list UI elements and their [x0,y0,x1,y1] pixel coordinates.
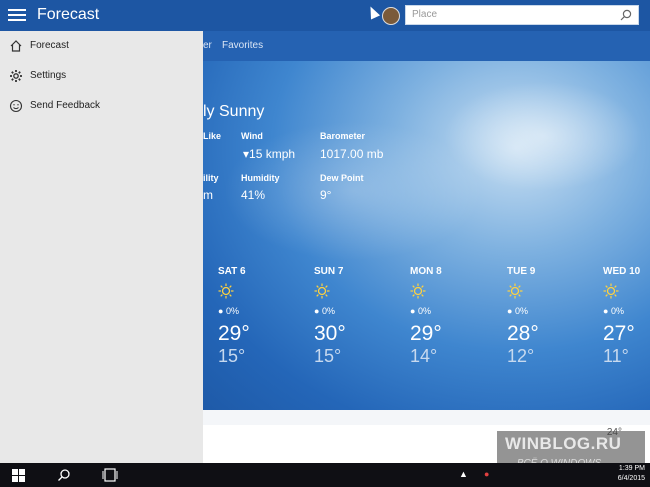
humidity-label: Humidity [241,173,280,183]
clock-date: 6/4/2015 [617,475,645,482]
drawer-item-send-feedback[interactable]: Send Feedback [0,95,203,119]
low-temp: 14° [410,346,438,366]
windows-logo-icon [12,469,25,482]
watermark-title: WINBLOG.RU [505,434,622,453]
sun-icon [603,283,619,299]
show-hidden-icons-icon[interactable]: ▲ [459,469,468,479]
current-condition: ly Sunny [203,103,265,120]
wind-value: ▾15 kmph [243,147,296,161]
sun-icon [314,283,330,299]
forecast-day[interactable]: TUE 9 ● 0% 28° 12° [507,266,567,367]
low-temp: 12° [507,346,535,366]
wind-label: Wind [241,131,263,141]
precipitation: ● 0% [218,306,239,316]
drawer-item-label: Send Feedback [30,100,101,111]
barometer-label: Barometer [320,131,366,141]
high-temp: 30° [314,322,346,345]
day-name: TUE 9 [507,266,536,277]
clock-time: 1:39 PM [618,465,645,472]
start-button[interactable] [0,463,40,487]
mouse-cursor-icon [365,4,381,20]
sun-icon [410,283,426,299]
humidity-value: 41% [241,188,266,202]
day-name: WED 10 [603,266,641,277]
raindrop-icon: ● [314,306,320,316]
sun-icon [218,283,234,299]
nav-tabs: er Favorites [203,31,650,61]
raindrop-icon: ● [410,306,416,316]
day-name: SUN 7 [314,266,344,277]
precipitation: ● 0% [410,306,431,316]
forecast-day[interactable]: SAT 6 ● 0% 29° 15° [218,266,278,367]
dew-point-value: 9° [320,188,332,202]
low-temp: 11° [603,346,629,366]
drawer-item-forecast[interactable]: Forecast [0,35,203,59]
app-title: Forecast [37,6,100,23]
search-icon[interactable] [620,9,632,21]
day-name: SAT 6 [218,266,246,277]
visibility-label: ility [203,173,219,183]
forecast-day[interactable]: SUN 7 ● 0% 30° 15° [314,266,374,367]
drawer-item-label: Settings [30,70,67,81]
feels-like-label: Like [203,131,222,141]
low-temp: 15° [314,346,342,366]
tray-app-icon[interactable]: ● [484,469,489,479]
raindrop-icon: ● [218,306,224,316]
task-view-icon [102,468,118,482]
high-temp: 28° [507,322,539,345]
nav-drawer: Forecast Settings Send Feedback [0,31,203,463]
smiley-icon [9,99,23,113]
visibility-value: m [203,188,213,202]
weather-hero: ly Sunny Like Wind ▾15 kmph Barometer 10… [203,61,650,410]
raindrop-icon: ● [603,306,609,316]
search-placeholder: Place [412,9,438,20]
raindrop-icon: ● [507,306,513,316]
search-icon [58,469,70,481]
search-taskbar-button[interactable] [44,463,84,487]
task-view-button[interactable] [90,463,130,487]
dew-point-label: Dew Point [320,173,364,183]
sun-icon [507,283,523,299]
day-name: MON 8 [410,266,442,277]
high-temp: 27° [603,322,635,345]
low-temp: 15° [218,346,246,366]
precipitation: ● 0% [603,306,624,316]
forecast-day[interactable]: WED 10 ● 0% 27° 11° [603,266,650,367]
home-icon [10,40,22,52]
barometer-value: 1017.00 mb [320,147,384,161]
drawer-item-settings[interactable]: Settings [0,65,203,89]
precipitation: ● 0% [507,306,528,316]
clock[interactable]: 1:39 PM 6/4/2015 [618,464,645,484]
gear-icon [10,70,22,82]
high-temp: 29° [410,322,442,345]
hamburger-menu-icon[interactable] [8,6,26,24]
drawer-item-label: Forecast [30,40,69,51]
high-temp: 29° [218,322,250,345]
avatar[interactable] [382,7,400,25]
forecast-day[interactable]: MON 8 ● 0% 29° 14° [410,266,470,367]
tab-partial[interactable]: er [203,40,212,51]
taskbar: ▲ ● 1:39 PM 6/4/2015 [0,463,650,487]
search-input[interactable]: Place [405,5,639,25]
precipitation: ● 0% [314,306,335,316]
tab-favorites[interactable]: Favorites [222,40,263,51]
title-bar: Forecast Place [0,0,650,31]
